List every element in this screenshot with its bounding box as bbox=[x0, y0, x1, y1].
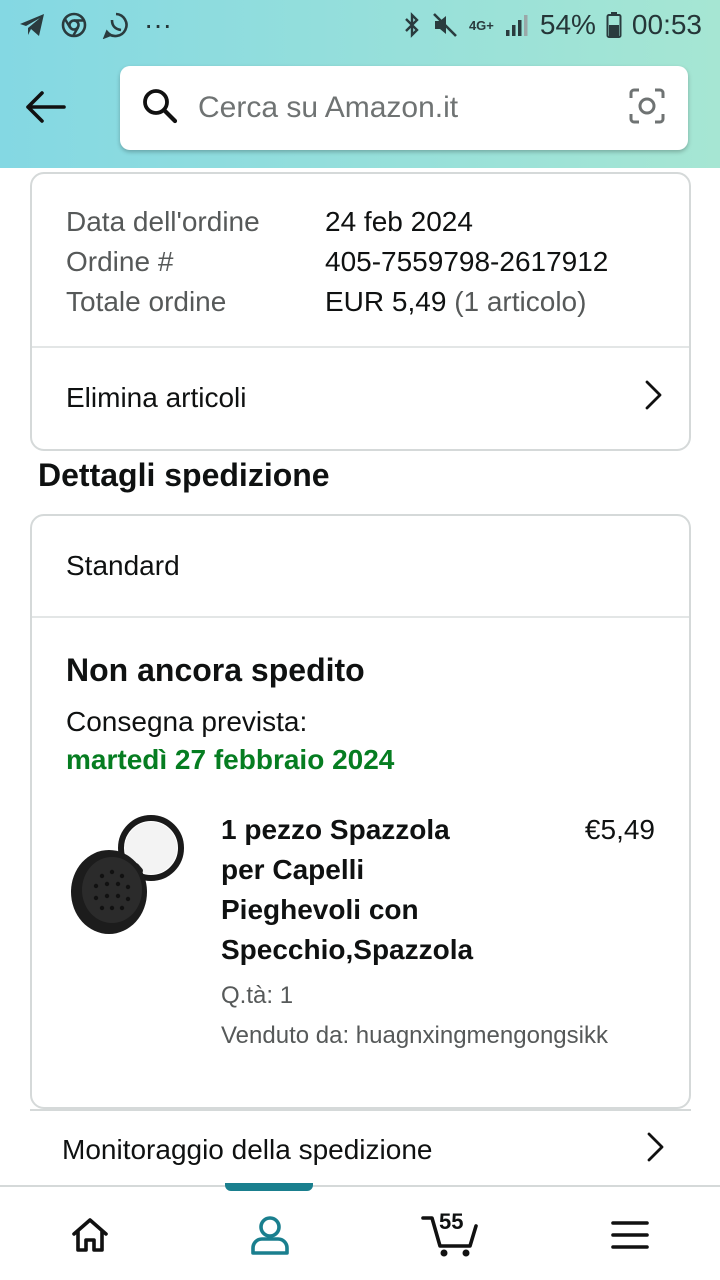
back-arrow-icon bbox=[26, 91, 66, 123]
chevron-right-icon bbox=[643, 379, 663, 418]
order-total-label: Totale ordine bbox=[66, 286, 227, 317]
delete-items-link[interactable]: Elimina articoli bbox=[32, 348, 689, 448]
home-icon bbox=[72, 1217, 108, 1252]
telegram-icon bbox=[18, 12, 46, 38]
order-date-label: Data dell'ordine bbox=[66, 206, 260, 237]
order-total-row: Totale ordine EUR 5,49 (1 articolo) bbox=[66, 282, 655, 322]
nav-menu[interactable] bbox=[540, 1187, 720, 1280]
product-price: €5,49 bbox=[584, 814, 655, 845]
order-item[interactable]: 1 pezzo Spazzola per Capelli Pieghevoli … bbox=[66, 810, 655, 1060]
more-notifications-indicator: ··· bbox=[144, 9, 172, 40]
product-seller: Venduto da: huagnxingmengongsikk bbox=[221, 1022, 608, 1049]
account-icon bbox=[251, 1215, 289, 1255]
battery-percent: 54% bbox=[539, 9, 596, 40]
order-item-count: (1 articolo) bbox=[454, 286, 587, 317]
network-type-label: 4G+ bbox=[468, 17, 494, 33]
product-quantity: Q.tà: 1 bbox=[221, 982, 294, 1009]
track-shipment-label: Monitoraggio della spedizione bbox=[62, 1134, 433, 1165]
clock: 00:53 bbox=[631, 9, 702, 40]
camera-search-icon[interactable] bbox=[628, 87, 666, 130]
whatsapp-icon bbox=[102, 11, 130, 39]
product-image[interactable] bbox=[66, 810, 196, 940]
bluetooth-icon bbox=[403, 11, 421, 39]
search-bar[interactable] bbox=[120, 66, 688, 150]
battery-icon bbox=[606, 11, 622, 39]
signal-icon bbox=[504, 12, 530, 38]
product-title[interactable]: 1 pezzo Spazzola per Capelli Pieghevoli … bbox=[221, 810, 501, 970]
bottom-navigation: 55 bbox=[0, 1183, 720, 1280]
order-info: Data dell'ordine 24 feb 2024 Ordine # 40… bbox=[32, 174, 689, 348]
order-number-label: Ordine # bbox=[66, 246, 174, 277]
status-bar: ··· 4G+ 54% 00:53 bbox=[0, 0, 720, 50]
shipment-body: Non ancora spedito Consegna prevista: ma… bbox=[32, 618, 689, 1060]
nav-account[interactable] bbox=[180, 1187, 360, 1280]
back-button[interactable] bbox=[20, 82, 70, 132]
app-header bbox=[0, 50, 720, 168]
order-date-row: Data dell'ordine 24 feb 2024 bbox=[66, 202, 655, 242]
chevron-right-icon bbox=[645, 1131, 665, 1170]
order-total-value: EUR 5,49 bbox=[325, 286, 447, 317]
shipping-details-title: Dettagli spedizione bbox=[38, 457, 330, 493]
chrome-icon bbox=[60, 11, 88, 39]
order-summary-card: Data dell'ordine 24 feb 2024 Ordine # 40… bbox=[30, 172, 691, 451]
order-number-row: Ordine # 405-7559798-2617912 bbox=[66, 242, 655, 282]
mute-icon bbox=[431, 11, 459, 39]
track-shipment-link[interactable]: Monitoraggio della spedizione bbox=[30, 1109, 691, 1189]
order-number-value: 405-7559798-2617912 bbox=[325, 246, 609, 277]
cart-count-badge: 55 bbox=[439, 1209, 464, 1234]
nav-home[interactable] bbox=[0, 1187, 180, 1280]
nav-cart[interactable]: 55 bbox=[360, 1187, 540, 1280]
shipment-status: Non ancora spedito bbox=[66, 652, 365, 688]
shipping-method: Standard bbox=[32, 516, 689, 618]
menu-icon bbox=[611, 1220, 649, 1249]
search-icon bbox=[142, 88, 178, 129]
delivery-date: martedì 27 febbraio 2024 bbox=[66, 744, 395, 775]
delivery-label: Consegna prevista: bbox=[66, 706, 308, 737]
search-input[interactable] bbox=[198, 91, 628, 125]
order-date-value: 24 feb 2024 bbox=[325, 206, 473, 237]
delete-items-label: Elimina articoli bbox=[66, 382, 247, 413]
shipping-card: Standard Non ancora spedito Consegna pre… bbox=[30, 514, 691, 1109]
